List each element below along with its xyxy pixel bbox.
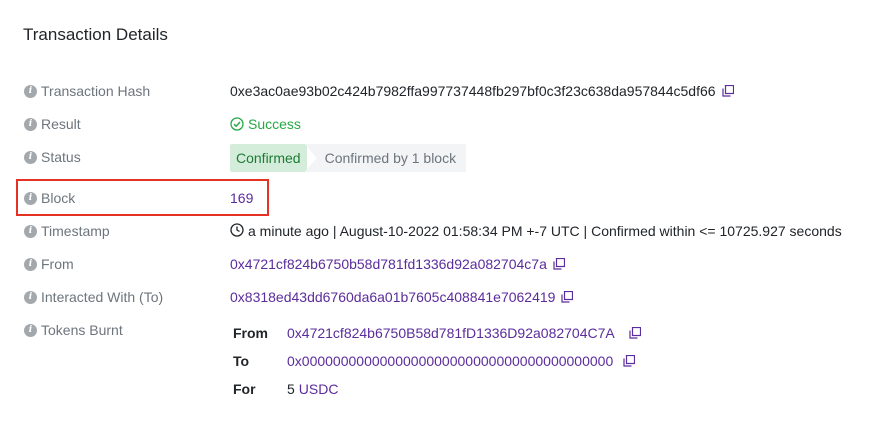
row-transaction-hash: i Transaction Hash 0xe3ac0ae93b02c424b79… (24, 80, 874, 102)
row-label-block: Block (41, 190, 76, 206)
row-label-result: Result (41, 116, 81, 132)
clock-icon (230, 222, 244, 240)
info-icon[interactable]: i (24, 224, 37, 238)
copy-icon[interactable] (623, 355, 636, 367)
row-block: i Block 169 (24, 187, 874, 209)
info-icon[interactable]: i (24, 257, 37, 271)
row-label-timestamp: Timestamp (41, 223, 110, 239)
token-for-key: For (233, 381, 256, 397)
token-symbol-link[interactable]: USDC (299, 381, 339, 397)
info-icon[interactable]: i (24, 290, 37, 304)
row-label-from: From (41, 256, 74, 272)
token-to-address-link[interactable]: 0x00000000000000000000000000000000000000… (287, 353, 613, 369)
timestamp-value: a minute ago | August-10-2022 01:58:34 P… (248, 223, 842, 239)
info-icon[interactable]: i (24, 150, 37, 164)
row-timestamp: i Timestamp a minute ago | August-10-202… (24, 220, 874, 242)
token-from-key: From (233, 325, 268, 341)
block-number-link[interactable]: 169 (230, 190, 253, 206)
from-address-link[interactable]: 0x4721cf824b6750b58d781fd1336d92a082704c… (230, 256, 547, 272)
status-badge-confirmations: Confirmed by 1 block (304, 144, 467, 172)
transaction-hash-value: 0xe3ac0ae93b02c424b7982ffa997737448fb297… (230, 83, 716, 99)
info-icon[interactable]: i (24, 323, 37, 337)
copy-icon[interactable] (553, 258, 565, 270)
row-label-tokens-burnt: Tokens Burnt (41, 322, 123, 338)
info-icon[interactable]: i (24, 84, 37, 98)
row-status: i Status Confirmed Confirmed by 1 block (24, 144, 874, 172)
copy-icon[interactable] (561, 291, 574, 303)
token-to-key: To (233, 353, 250, 369)
row-label-status: Status (41, 149, 81, 165)
token-amount: 5 (287, 381, 295, 397)
status-badge-confirmed: Confirmed (230, 144, 307, 172)
row-from: i From 0x4721cf824b6750b58d781fd1336d92a… (24, 253, 874, 275)
check-circle-icon (230, 117, 244, 131)
row-label-transaction-hash: Transaction Hash (41, 83, 151, 99)
row-label-interacted-with: Interacted With (To) (41, 289, 164, 305)
page-title: Transaction Details (23, 25, 168, 44)
info-icon[interactable]: i (24, 191, 37, 205)
result-status: Success (230, 116, 301, 132)
result-value: Success (248, 116, 301, 132)
copy-icon[interactable] (721, 85, 734, 97)
interacted-with-address-link[interactable]: 0x8318ed43dd6760da6a01b7605c408841e70624… (230, 289, 555, 305)
row-interacted-with: i Interacted With (To) 0x8318ed43dd6760d… (24, 286, 874, 308)
token-from-address-link[interactable]: 0x4721cf824b6750B58d781fD1336D92a082704C… (287, 325, 615, 341)
info-icon[interactable]: i (24, 117, 37, 131)
copy-icon[interactable] (629, 327, 641, 339)
row-result: i Result Success (24, 113, 874, 135)
